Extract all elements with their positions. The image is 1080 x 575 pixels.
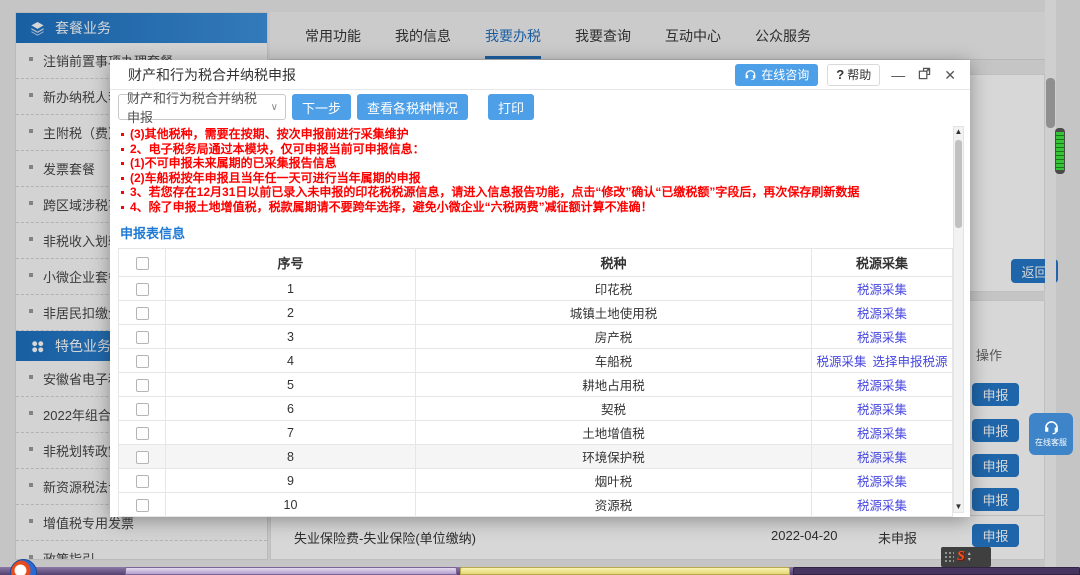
tax-source-link[interactable]: 税源采集 bbox=[857, 475, 907, 489]
scroll-up-icon[interactable]: ▲ bbox=[955, 127, 963, 137]
taskbar-window-button[interactable] bbox=[793, 567, 1080, 575]
close-icon[interactable]: ✕ bbox=[942, 66, 958, 84]
scroll-down-icon[interactable]: ▼ bbox=[955, 502, 963, 512]
tax-source-link[interactable]: 税源采集 bbox=[857, 403, 907, 417]
notice-line: (3)其他税种，需要在按期、按次申报前进行采集维护 bbox=[118, 127, 970, 142]
edge-widget[interactable] bbox=[1055, 128, 1065, 174]
bullet-icon bbox=[121, 148, 124, 151]
select-all-checkbox[interactable] bbox=[136, 257, 149, 270]
view-tax-status-button[interactable]: 查看各税种情况 bbox=[357, 94, 468, 120]
modal-titlebar: 财产和行为税合并纳税申报 在线咨询 ? 帮助 — ✕ bbox=[110, 60, 970, 90]
modal-scrollbar[interactable]: ▲ ▼ bbox=[953, 126, 964, 513]
modal-title: 财产和行为税合并纳税申报 bbox=[128, 65, 296, 85]
scrollbar-thumb[interactable] bbox=[955, 140, 962, 228]
taskbar bbox=[0, 567, 1080, 575]
page-scrollbar[interactable] bbox=[1045, 0, 1056, 567]
tax-source-link[interactable]: 税源采集 bbox=[857, 331, 907, 345]
row-checkbox[interactable] bbox=[136, 355, 149, 368]
row-checkbox[interactable] bbox=[136, 331, 149, 344]
row-checkbox[interactable] bbox=[136, 475, 149, 488]
customer-service-label: 在线客服 bbox=[1035, 437, 1067, 448]
declaration-table: 序号 税种 税源采集 1 印花税 税源采集 2 城镇土地使用税 税源采集 3 房… bbox=[118, 248, 953, 517]
table-row: 4 车船税 税源采集选择申报税源 bbox=[119, 349, 953, 373]
notice-line: (2)车船税按年申报且当年任一天可进行当年属期的申报 bbox=[118, 171, 970, 186]
declaration-type-select[interactable]: 财产和行为税合并纳税申报 ∨ bbox=[118, 94, 286, 120]
col-header-no: 序号 bbox=[166, 249, 416, 277]
section-title: 申报表信息 bbox=[120, 223, 970, 242]
chevron-down-icon: ∨ bbox=[264, 102, 285, 113]
headset-icon bbox=[1043, 420, 1060, 435]
table-row: 3 房产税 税源采集 bbox=[119, 325, 953, 349]
tax-source-link[interactable]: 税源采集 bbox=[857, 283, 907, 297]
row-checkbox[interactable] bbox=[136, 403, 149, 416]
tax-source-link[interactable]: 税源采集 bbox=[857, 451, 907, 465]
bullet-icon bbox=[121, 177, 124, 180]
col-header-source: 税源采集 bbox=[812, 249, 953, 277]
taskbar-window-button[interactable] bbox=[125, 567, 457, 575]
input-method-bar[interactable]: S ▴▾ bbox=[941, 547, 991, 567]
table-row: 5 耕地占用税 税源采集 bbox=[119, 373, 953, 397]
print-button[interactable]: 打印 bbox=[488, 94, 534, 120]
notice-line: (1)不可申报未来属期的已采集报告信息 bbox=[118, 156, 970, 171]
help-button[interactable]: ? 帮助 bbox=[827, 64, 880, 86]
row-checkbox[interactable] bbox=[136, 307, 149, 320]
question-icon: ? bbox=[836, 67, 844, 82]
table-row: 2 城镇土地使用税 税源采集 bbox=[119, 301, 953, 325]
notice-line: 3、若您存在12月31日以前已录入未申报的印花税税源信息，请进入信息报告功能，点… bbox=[118, 185, 970, 200]
col-header-tax: 税种 bbox=[416, 249, 812, 277]
table-row: 9 烟叶税 税源采集 bbox=[119, 469, 953, 493]
table-row: 10 资源税 税源采集 bbox=[119, 493, 953, 517]
minimize-icon[interactable]: — bbox=[889, 66, 907, 84]
table-row: 8 环境保护税 税源采集 bbox=[119, 445, 953, 469]
drag-handle-icon[interactable] bbox=[944, 551, 954, 563]
notice-line: 2、电子税务局通过本模块，仅可申报当前可申报信息： bbox=[118, 142, 970, 157]
row-checkbox[interactable] bbox=[136, 451, 149, 464]
next-step-button[interactable]: 下一步 bbox=[292, 94, 351, 120]
table-row: 1 印花税 税源采集 bbox=[119, 277, 953, 301]
tax-declaration-modal: 财产和行为税合并纳税申报 在线咨询 ? 帮助 — ✕ 财产和行为税合并纳税申报 … bbox=[110, 60, 970, 517]
table-row: 7 土地增值税 税源采集 bbox=[119, 421, 953, 445]
row-checkbox[interactable] bbox=[136, 379, 149, 392]
row-checkbox[interactable] bbox=[136, 499, 149, 512]
tax-source-link[interactable]: 税源采集 bbox=[857, 499, 907, 513]
bullet-icon bbox=[121, 162, 124, 165]
customer-service-button[interactable]: 在线客服 bbox=[1029, 413, 1073, 455]
maximize-icon[interactable] bbox=[916, 65, 933, 84]
sogou-icon: S bbox=[957, 549, 965, 565]
row-checkbox[interactable] bbox=[136, 283, 149, 296]
arrow-down-icon[interactable]: ▾ bbox=[968, 557, 971, 563]
modal-toolbar: 财产和行为税合并纳税申报 ∨ 下一步 查看各税种情况 打印 bbox=[110, 90, 970, 124]
tax-source-link[interactable]: 税源采集 bbox=[816, 355, 866, 369]
select-declare-source-link[interactable]: 选择申报税源 bbox=[873, 355, 948, 369]
modal-body: (3)其他税种，需要在按期、按次申报前进行采集维护 2、电子税务局通过本模块，仅… bbox=[110, 124, 970, 517]
table-header-row: 序号 税种 税源采集 bbox=[119, 249, 953, 277]
tax-source-link[interactable]: 税源采集 bbox=[857, 427, 907, 441]
green-stripes-icon bbox=[1056, 132, 1064, 170]
bullet-icon bbox=[121, 133, 124, 136]
headset-icon bbox=[744, 69, 757, 81]
bullet-icon bbox=[121, 206, 124, 209]
scrollbar-thumb[interactable] bbox=[1046, 78, 1055, 128]
notice-line: 4、除了申报土地增值税，税款属期请不要跨年选择，避免小微企业“六税两费”减征额计… bbox=[118, 200, 970, 215]
taskbar-window-button[interactable] bbox=[460, 567, 790, 575]
row-checkbox[interactable] bbox=[136, 427, 149, 440]
online-consult-button[interactable]: 在线咨询 bbox=[735, 64, 818, 86]
table-row: 6 契税 税源采集 bbox=[119, 397, 953, 421]
tax-source-link[interactable]: 税源采集 bbox=[857, 379, 907, 393]
tax-source-link[interactable]: 税源采集 bbox=[857, 307, 907, 321]
bullet-icon bbox=[121, 191, 124, 194]
